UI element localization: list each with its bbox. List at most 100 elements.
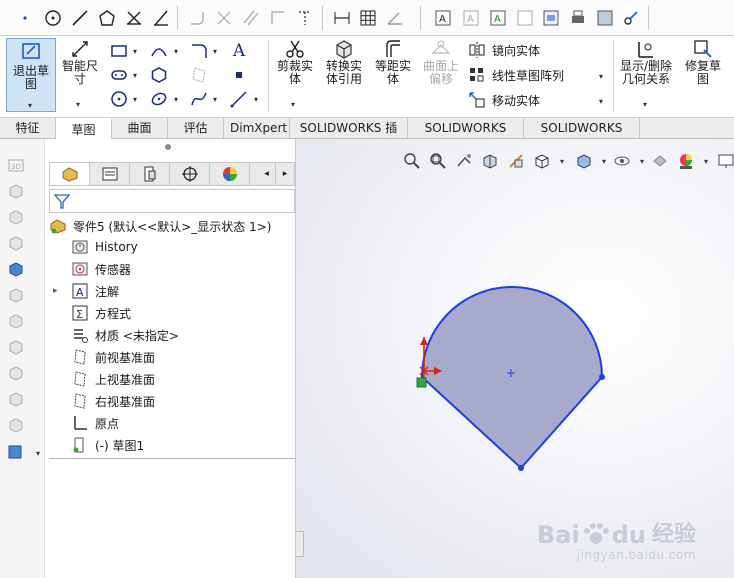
tree-item-sensors[interactable]: 传感器 xyxy=(71,259,131,279)
extend-icon[interactable] xyxy=(150,7,172,29)
expand-arrow-icon[interactable]: ▸ xyxy=(53,286,65,296)
equation-icon: Σ xyxy=(71,304,89,322)
tree-item-material[interactable]: 材质 <未指定> xyxy=(71,325,179,345)
cube-icon[interactable] xyxy=(6,233,26,253)
cube-icon[interactable] xyxy=(6,415,26,435)
dimxpert-tab-icon[interactable] xyxy=(170,163,210,185)
line-icon[interactable] xyxy=(69,7,91,29)
fillet-icon xyxy=(186,7,208,29)
sketch-profile[interactable] xyxy=(420,286,604,470)
cube-icon[interactable] xyxy=(6,363,26,383)
ellipse-icon[interactable] xyxy=(148,88,170,110)
mirror-entities-button[interactable]: 镜向实体 xyxy=(468,41,540,59)
tab-evaluate[interactable]: 评估 xyxy=(168,118,224,139)
cube-icon[interactable] xyxy=(6,389,26,409)
smart-dimension-button[interactable]: 智能尺 寸 ▾ xyxy=(58,38,102,109)
linear-pattern-button[interactable]: 线性草图阵列 xyxy=(468,66,564,84)
sketch-fillet-icon[interactable] xyxy=(188,40,210,62)
tab-features[interactable]: 特征 xyxy=(0,118,56,139)
tree-item-right-plane[interactable]: 右视基准面 xyxy=(71,391,155,411)
svg-text:3D: 3D xyxy=(11,163,21,171)
cube-icon[interactable] xyxy=(6,285,26,305)
rollback-bar[interactable] xyxy=(49,458,295,459)
centerline-icon[interactable] xyxy=(294,7,316,29)
repair-tools-icon[interactable] xyxy=(620,7,642,29)
rectangle-icon[interactable] xyxy=(108,40,130,62)
baidu-jingyan-watermark: Bai du 经验 jingyan.baidu.com xyxy=(537,521,696,562)
centerline-icon[interactable] xyxy=(228,88,250,110)
exit-sketch-button[interactable]: 退出草图 ▾ xyxy=(6,38,56,112)
tab-solidworks-mbd[interactable]: SOLIDWORKS MBD xyxy=(408,118,524,155)
cube-icon[interactable] xyxy=(6,337,26,357)
feature-tree-filter[interactable] xyxy=(49,189,295,213)
sketch-endpoint[interactable] xyxy=(599,374,605,380)
circle-icon[interactable] xyxy=(108,88,130,110)
note-leader-icon[interactable]: A xyxy=(487,7,509,29)
text-icon[interactable]: A xyxy=(228,40,250,62)
sketch-plane-icon[interactable] xyxy=(6,441,26,461)
blue-cube-icon[interactable] xyxy=(6,259,26,279)
offset-entities-button[interactable]: 等距实 体 xyxy=(370,38,416,86)
polygon-icon[interactable] xyxy=(96,7,118,29)
chevron-down-icon[interactable]: ▾ xyxy=(599,97,603,106)
tree-item-equations[interactable]: Σ 方程式 xyxy=(71,303,131,323)
cube-icon[interactable] xyxy=(6,207,26,227)
print-icon[interactable] xyxy=(567,7,589,29)
chamfer-icon xyxy=(213,7,235,29)
tree-item-annotations[interactable]: ▸ A 注解 xyxy=(53,281,119,301)
image-icon[interactable] xyxy=(540,7,562,29)
part-icon xyxy=(49,217,67,235)
sketch-endpoint[interactable] xyxy=(518,465,524,471)
repair-sketch-button[interactable]: 修复草 图 xyxy=(680,38,726,86)
splitter-handle[interactable] xyxy=(165,144,171,150)
cube-icon[interactable] xyxy=(6,311,26,331)
property-manager-tab-icon[interactable] xyxy=(90,163,130,185)
tab-scroll-left-icon[interactable]: ◂ xyxy=(258,163,276,185)
polygon-icon[interactable] xyxy=(148,64,170,86)
circle-icon[interactable] xyxy=(42,7,64,29)
chevron-down-icon[interactable]: ▾ xyxy=(28,101,32,110)
graphics-area[interactable]: ▾ ▾ ▾ ▾ Bai du 经验 jingyan.baidu.com xyxy=(296,139,734,578)
save-icon[interactable] xyxy=(594,7,616,29)
trim-icon[interactable] xyxy=(123,7,145,29)
sketch-quick-toolbar: A A A xyxy=(0,0,734,36)
trim-icon xyxy=(286,40,304,58)
slot-icon[interactable] xyxy=(108,64,130,86)
point-icon[interactable] xyxy=(14,7,36,29)
feature-tree-tab-icon[interactable] xyxy=(50,163,90,185)
sketch-canvas[interactable] xyxy=(296,139,734,578)
note-balloon-icon: A xyxy=(460,7,482,29)
tree-item-history[interactable]: History xyxy=(71,237,138,257)
arc-icon[interactable] xyxy=(148,40,170,62)
3d-view-icon[interactable]: 3D xyxy=(6,155,26,175)
tree-root-part[interactable]: 零件5 (默认<<默认>_显示状态 1>) xyxy=(49,216,271,236)
display-delete-relations-button[interactable]: 显示/删除 几何关系 ▾ xyxy=(616,38,676,109)
convert-entities-button[interactable]: 转换实 体引用 xyxy=(320,38,368,86)
dimension-icon[interactable] xyxy=(331,7,353,29)
move-entities-button[interactable]: 移动实体 xyxy=(468,91,540,109)
point-icon[interactable] xyxy=(228,64,250,86)
tab-dimxpert[interactable]: DimXpert xyxy=(224,118,290,139)
cube-icon[interactable] xyxy=(6,181,26,201)
tab-solidworks-addins[interactable]: SOLIDWORKS 插件 xyxy=(290,118,408,155)
tab-surfaces[interactable]: 曲面 xyxy=(112,118,168,139)
offset-entities-icon xyxy=(386,40,400,57)
filter-icon[interactable] xyxy=(54,193,70,209)
configuration-tab-icon[interactable] xyxy=(130,163,170,185)
tree-item-origin[interactable]: 原点 xyxy=(71,413,119,433)
display-manager-tab-icon[interactable] xyxy=(210,163,250,185)
chevron-down-icon[interactable]: ▾ xyxy=(36,449,40,458)
tree-item-sketch1[interactable]: (-) 草图1 xyxy=(71,435,144,455)
tab-scroll-right-icon[interactable]: ▸ xyxy=(276,163,294,185)
note-icon[interactable]: A xyxy=(432,7,454,29)
trim-entities-button[interactable]: 剪裁实 体 ▾ xyxy=(272,38,318,109)
tab-solidworks-cam[interactable]: SOLIDWORKS CAM xyxy=(524,118,640,155)
tab-sketch[interactable]: 草图 xyxy=(56,118,112,139)
tree-item-top-plane[interactable]: 上视基准面 xyxy=(71,369,155,389)
spline-icon[interactable] xyxy=(188,88,210,110)
panel-collapse-tab[interactable] xyxy=(296,531,304,557)
grid-icon[interactable] xyxy=(357,7,379,29)
chevron-down-icon[interactable]: ▾ xyxy=(76,100,80,109)
tree-item-front-plane[interactable]: 前视基准面 xyxy=(71,347,155,367)
chevron-down-icon[interactable]: ▾ xyxy=(599,72,603,81)
